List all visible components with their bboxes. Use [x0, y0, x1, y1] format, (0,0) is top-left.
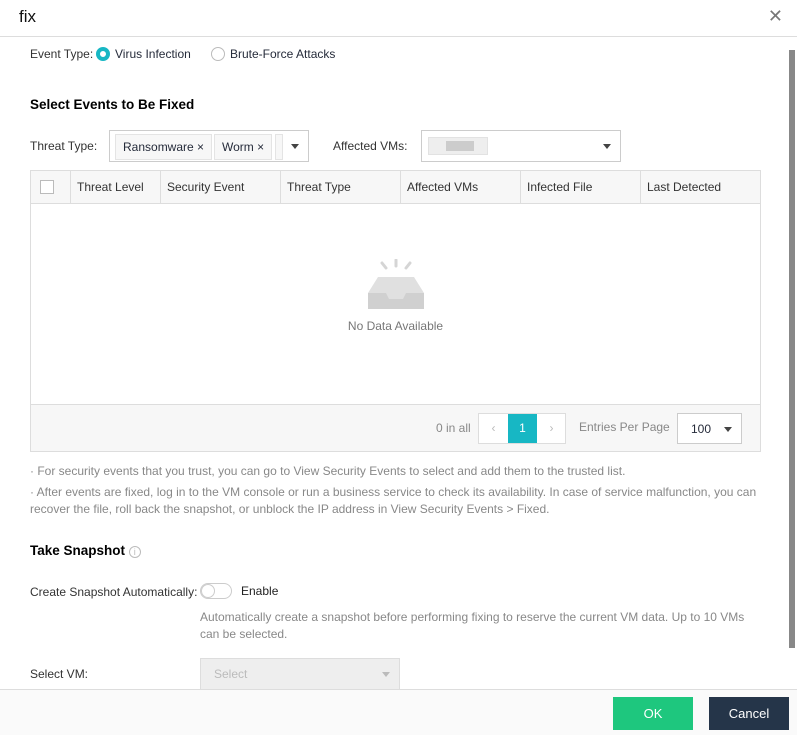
auto-snapshot-label: Create Snapshot Automatically:: [30, 585, 198, 599]
chevron-down-icon: [603, 144, 611, 149]
next-page-icon[interactable]: ›: [537, 414, 566, 443]
info-icon[interactable]: i: [128, 546, 141, 558]
column-header[interactable]: Affected VMs: [401, 171, 521, 204]
ok-button[interactable]: OK: [613, 697, 693, 730]
empty-inbox-icon: [368, 259, 424, 309]
affected-vms-select[interactable]: [421, 130, 621, 162]
radio-checked-icon: [96, 47, 110, 61]
radio-label: Brute-Force Attacks: [230, 47, 336, 61]
page-1-button[interactable]: 1: [508, 414, 537, 443]
column-header[interactable]: Threat Level: [71, 171, 161, 204]
tag-label: Worm: [222, 140, 254, 154]
threat-type-select[interactable]: Ransomware × Worm ×: [109, 130, 309, 162]
pager: ‹ 1 ›: [478, 413, 566, 444]
snapshot-title-text: Take Snapshot: [30, 543, 126, 558]
close-icon[interactable]: ✕: [768, 6, 783, 27]
chevron-down-icon: [382, 672, 390, 677]
radio-label: Virus Infection: [115, 47, 191, 61]
events-table: Threat Level Security Event Threat Type …: [30, 170, 761, 452]
chevron-down-icon: [291, 144, 299, 149]
affected-vms-label: Affected VMs:: [333, 139, 408, 153]
column-header[interactable]: Infected File: [521, 171, 641, 204]
section-title: Select Events to Be Fixed: [30, 97, 195, 112]
select-all-checkbox[interactable]: [40, 180, 54, 194]
per-page-value: 100: [691, 422, 712, 436]
radio-brute-force[interactable]: Brute-Force Attacks: [211, 47, 335, 61]
column-header[interactable]: Security Event: [161, 171, 281, 204]
note-after-fix: · After events are fixed, log in to the …: [30, 485, 757, 516]
column-header[interactable]: Threat Type: [281, 171, 401, 204]
select-vm-label: Select VM:: [30, 667, 89, 681]
chevron-down-icon: [724, 427, 732, 432]
scrollbar[interactable]: [789, 50, 795, 648]
column-header[interactable]: Last Detected: [641, 171, 760, 204]
per-page-select[interactable]: 100: [677, 413, 742, 444]
selected-vm-tag: [428, 137, 488, 155]
note-trusted: · For security events that you trust, yo…: [30, 464, 626, 478]
table-header: Threat Level Security Event Threat Type …: [31, 171, 760, 204]
remove-tag-icon[interactable]: ×: [257, 140, 264, 154]
dialog-title: fix: [19, 7, 36, 26]
snapshot-title: Take Snapshot i: [30, 543, 141, 558]
tag-ransomware: Ransomware ×: [115, 134, 213, 160]
prev-page-icon[interactable]: ‹: [479, 414, 508, 443]
tag-label: Ransomware: [123, 140, 194, 154]
auto-snapshot-toggle[interactable]: [200, 583, 232, 599]
event-type-label: Event Type:: [30, 47, 94, 61]
snapshot-hint: Automatically create a snapshot before p…: [200, 610, 745, 641]
enable-label: Enable: [241, 584, 279, 598]
remove-tag-icon[interactable]: ×: [197, 140, 204, 154]
radio-virus-infection[interactable]: Virus Infection: [96, 47, 191, 61]
toggle-knob: [201, 584, 215, 598]
cancel-button[interactable]: Cancel: [709, 697, 789, 730]
per-page-label: Entries Per Page: [579, 420, 670, 434]
total-count: 0 in all: [436, 421, 471, 435]
select-all-cell: [31, 171, 71, 204]
header-divider: [0, 36, 797, 37]
dialog-footer: OK Cancel: [0, 689, 797, 735]
select-vm-placeholder: Select: [214, 667, 248, 681]
pagination-bar: 0 in all ‹ 1 › Entries Per Page 100: [31, 404, 760, 451]
tag-worm: Worm ×: [214, 134, 273, 160]
empty-text: No Data Available: [347, 319, 444, 333]
tag-overflow: [275, 134, 283, 160]
radio-unchecked-icon: [211, 47, 225, 61]
select-vm-dropdown[interactable]: Select: [200, 658, 400, 690]
threat-type-label: Threat Type:: [30, 139, 98, 153]
